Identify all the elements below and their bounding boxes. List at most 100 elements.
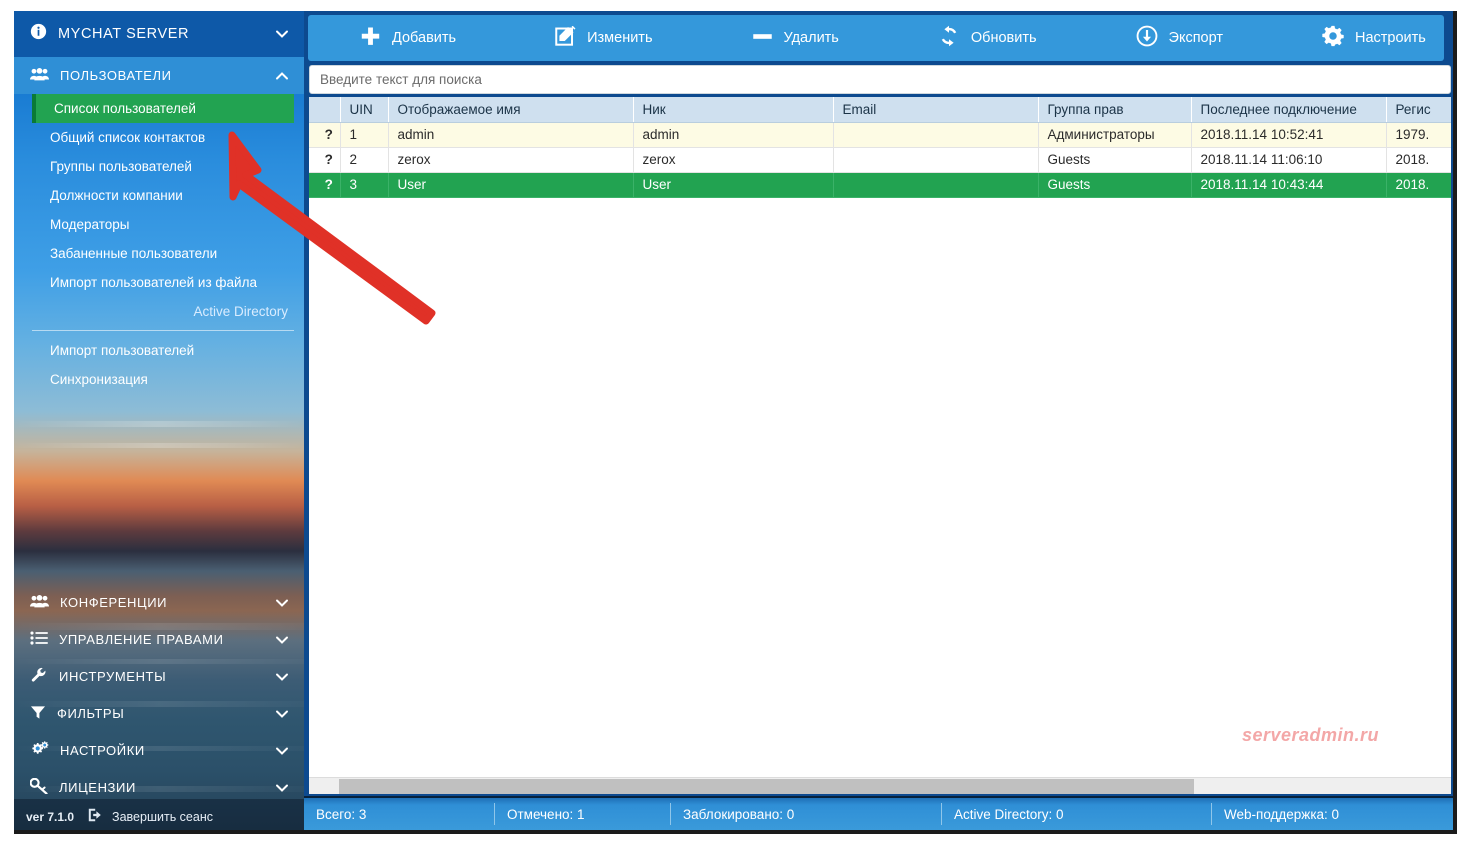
status-total: Всего: 3	[304, 803, 495, 825]
table-header-row: UIN Отображаемое имя Ник Email Группа пр…	[309, 97, 1451, 122]
sidebar-footer: ver 7.1.0 Завершить сеанс	[14, 799, 304, 834]
cell-uin: 2	[340, 147, 388, 172]
chevron-down-icon[interactable]	[274, 743, 290, 759]
cell-uin: 1	[340, 122, 388, 147]
sidebar-header-label: MYCHAT SERVER	[58, 26, 274, 42]
sidebar-item-common-contacts[interactable]: Общий список контактов	[14, 123, 304, 152]
chevron-down-icon[interactable]	[274, 669, 290, 685]
cell-rights-group: Guests	[1038, 172, 1191, 197]
cell-registration: 2018.	[1386, 172, 1451, 197]
column-header-nick[interactable]: Ник	[633, 97, 833, 122]
column-header-flag[interactable]	[309, 97, 340, 122]
cell-last-connection: 2018.11.14 10:52:41	[1191, 122, 1386, 147]
chevron-down-icon[interactable]	[274, 706, 290, 722]
table-row[interactable]: ? 2 zerox zerox Guests 2018.11.14 11:06:…	[309, 147, 1451, 172]
export-button[interactable]: Экспорт	[1132, 15, 1227, 61]
sidebar: MYCHAT SERVER ПОЛЬЗОВАТЕЛИ Список пользо…	[14, 11, 304, 834]
sidebar-photo-spacer	[14, 394, 304, 584]
sidebar-item-ad-sync[interactable]: Синхронизация	[14, 365, 304, 394]
sidebar-section-label: НАСТРОЙКИ	[60, 743, 274, 758]
column-header-last-connection[interactable]: Последнее подключение	[1191, 97, 1386, 122]
sidebar-item-label: Забаненные пользователи	[50, 246, 217, 261]
sidebar-group-active-directory: Active Directory	[14, 297, 304, 326]
cell-nick: admin	[633, 122, 833, 147]
sidebar-users-submenu: Список пользователей Общий список контак…	[14, 94, 304, 394]
chevron-up-icon[interactable]	[274, 68, 290, 84]
delete-button[interactable]: Удалить	[748, 15, 843, 61]
cell-email	[833, 122, 1038, 147]
sidebar-item-label: Должности компании	[50, 188, 183, 203]
sidebar-header-mychat-server[interactable]: MYCHAT SERVER	[14, 11, 304, 57]
cell-nick: zerox	[633, 147, 833, 172]
wrench-icon	[30, 667, 48, 686]
edit-button[interactable]: Изменить	[551, 15, 656, 61]
cell-registration: 2018.	[1386, 147, 1451, 172]
sidebar-section-users[interactable]: ПОЛЬЗОВАТЕЛИ	[14, 57, 304, 94]
search-input[interactable]: Введите текст для поиска	[309, 65, 1451, 94]
users-icon	[30, 594, 49, 611]
refresh-icon	[938, 25, 960, 51]
cell-display-name: admin	[388, 122, 633, 147]
sidebar-section-label: УПРАВЛЕНИЕ ПРАВАМИ	[59, 632, 274, 647]
sidebar-item-label: Общий список контактов	[50, 130, 205, 145]
users-table-body: ? 1 admin admin Администраторы 2018.11.1…	[309, 122, 1451, 197]
sidebar-section-tools[interactable]: ИНСТРУМЕНТЫ	[14, 658, 304, 695]
sign-out-icon	[88, 808, 104, 825]
gears-icon	[30, 741, 49, 760]
cell-flag[interactable]: ?	[309, 122, 340, 147]
refresh-button-label: Обновить	[971, 30, 1037, 46]
column-header-registration[interactable]: Регис	[1386, 97, 1451, 122]
column-header-display-name[interactable]: Отображаемое имя	[388, 97, 633, 122]
status-blocked: Заблокировано: 0	[671, 803, 942, 825]
users-table-container: UIN Отображаемое имя Ник Email Группа пр…	[309, 97, 1451, 794]
screenshot-root: MYCHAT SERVER ПОЛЬЗОВАТЕЛИ Список пользо…	[0, 0, 1463, 841]
sidebar-section-conferences[interactable]: КОНФЕРЕНЦИИ	[14, 584, 304, 621]
users-table: UIN Отображаемое имя Ник Email Группа пр…	[309, 97, 1451, 198]
sidebar-item-user-list[interactable]: Список пользователей	[32, 94, 294, 123]
cell-last-connection: 2018.11.14 10:43:44	[1191, 172, 1386, 197]
chevron-down-icon[interactable]	[274, 632, 290, 648]
sidebar-item-company-positions[interactable]: Должности компании	[14, 181, 304, 210]
column-header-rights-group[interactable]: Группа прав	[1038, 97, 1191, 122]
sidebar-item-moderators[interactable]: Модераторы	[14, 210, 304, 239]
scrollbar-thumb[interactable]	[339, 779, 1194, 794]
column-header-uin[interactable]: UIN	[340, 97, 388, 122]
sidebar-item-ad-import-users[interactable]: Импорт пользователей	[14, 336, 304, 365]
cell-rights-group: Guests	[1038, 147, 1191, 172]
users-table-header: UIN Отображаемое имя Ник Email Группа пр…	[309, 97, 1451, 122]
cell-flag[interactable]: ?	[309, 172, 340, 197]
sidebar-section-filters[interactable]: ФИЛЬТРЫ	[14, 695, 304, 732]
sidebar-item-import-users-from-file[interactable]: Импорт пользователей из файла	[14, 268, 304, 297]
table-row[interactable]: ? 1 admin admin Администраторы 2018.11.1…	[309, 122, 1451, 147]
chevron-down-icon[interactable]	[274, 595, 290, 611]
sidebar-item-label: Список пользователей	[54, 101, 196, 116]
chevron-down-icon[interactable]	[274, 780, 290, 796]
configure-button[interactable]: Настроить	[1318, 15, 1430, 61]
gear-icon	[1322, 25, 1344, 51]
sidebar-item-banned-users[interactable]: Забаненные пользователи	[14, 239, 304, 268]
table-row[interactable]: ? 3 User User Guests 2018.11.14 10:43:44…	[309, 172, 1451, 197]
horizontal-scrollbar[interactable]	[309, 777, 1451, 794]
cell-rights-group: Администраторы	[1038, 122, 1191, 147]
sidebar-section-rights-management[interactable]: УПРАВЛЕНИЕ ПРАВАМИ	[14, 621, 304, 658]
edit-button-label: Изменить	[587, 30, 652, 46]
cell-email	[833, 147, 1038, 172]
sidebar-item-user-groups[interactable]: Группы пользователей	[14, 152, 304, 181]
sidebar-group-label: Active Directory	[193, 304, 288, 319]
minus-icon	[752, 26, 773, 51]
sidebar-section-label: ЛИЦЕНЗИИ	[59, 780, 274, 795]
status-web-support: Web-поддержка: 0	[1212, 803, 1339, 825]
logout-button[interactable]: Завершить сеанс	[88, 808, 213, 825]
sidebar-section-settings[interactable]: НАСТРОЙКИ	[14, 732, 304, 769]
column-header-email[interactable]: Email	[833, 97, 1038, 122]
sidebar-item-label: Группы пользователей	[50, 159, 192, 174]
export-button-label: Экспорт	[1169, 30, 1223, 46]
refresh-button[interactable]: Обновить	[934, 15, 1041, 61]
sidebar-item-label: Импорт пользователей из файла	[50, 275, 257, 290]
add-button[interactable]: Добавить	[356, 15, 460, 61]
chevron-down-icon[interactable]	[274, 26, 290, 42]
logout-label: Завершить сеанс	[112, 810, 213, 824]
watermark: serveradmin.ru	[1242, 725, 1379, 746]
download-circle-icon	[1136, 25, 1158, 51]
cell-flag[interactable]: ?	[309, 147, 340, 172]
